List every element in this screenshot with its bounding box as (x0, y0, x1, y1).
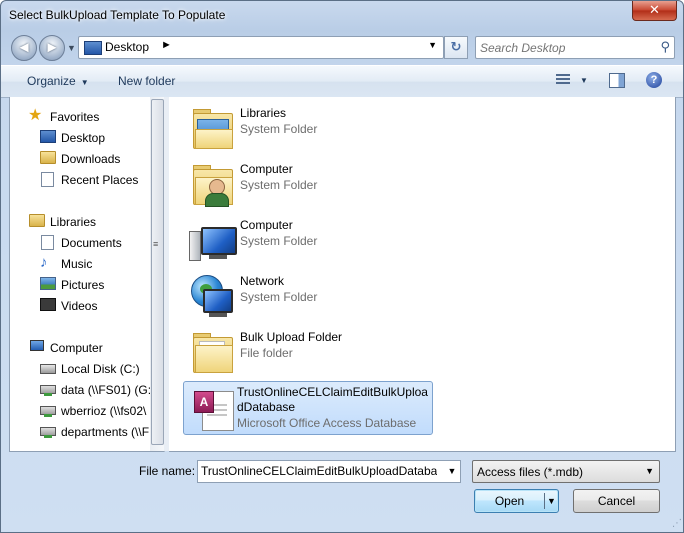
sidebar-item-label: Recent Places (61, 173, 139, 187)
search-icon[interactable]: ⚲ (660, 39, 670, 55)
item-name: Bulk Upload Folder (240, 330, 343, 344)
search-box[interactable]: ⚲ (475, 36, 675, 59)
item-type: System Folder (240, 122, 318, 136)
item-type: File folder (240, 346, 293, 360)
breadcrumb-desktop[interactable]: Desktop (105, 40, 149, 54)
list-item[interactable]: Bulk Upload Folder File folder (187, 325, 437, 377)
item-name: TrustOnlineCELClaimEditBulkUploa dDatabas… (237, 385, 428, 414)
libraries-icon (189, 105, 233, 149)
sidebar-item-label: Local Disk (C:) (61, 362, 140, 376)
computer-icon (30, 340, 44, 351)
resize-grip-icon[interactable]: ⋰ (672, 518, 682, 529)
navigation-pane-scrollbar[interactable]: ≡ (150, 97, 165, 452)
item-name: Computer (240, 218, 293, 232)
close-button[interactable]: ✕ (632, 1, 677, 21)
dialog-title: Select BulkUpload Template To Populate (9, 8, 226, 22)
file-type-filter[interactable]: Access files (*.mdb) ▼ (472, 460, 660, 483)
chevron-down-icon: ▼ (645, 466, 654, 476)
change-view-icon[interactable] (556, 74, 570, 87)
views-dropdown-icon[interactable]: ▼ (580, 76, 588, 85)
preview-pane-icon[interactable] (609, 73, 625, 88)
help-icon[interactable]: ? (646, 72, 662, 88)
scrollbar-grip-icon: ≡ (153, 239, 158, 249)
list-item[interactable]: Network System Folder (187, 269, 437, 321)
sidebar-item-label: Computer (50, 341, 103, 355)
list-item[interactable]: Computer System Folder (187, 157, 437, 209)
sidebar-item-label: Documents (61, 236, 122, 250)
open-file-dialog: Select BulkUpload Template To Populate ✕… (0, 0, 684, 533)
sidebar-item-label: Music (61, 257, 93, 271)
documents-icon (41, 235, 54, 250)
open-options-dropdown-icon[interactable]: ▼ (547, 490, 556, 512)
sidebar-item-label: Pictures (61, 278, 105, 292)
organize-button[interactable]: Organize ▼ (27, 74, 89, 88)
folder-icon (189, 329, 233, 373)
user-folder-icon (189, 161, 233, 207)
command-toolbar: Organize ▼ New folder ▼ ? (1, 65, 683, 98)
pictures-icon (40, 277, 56, 290)
item-name: Network (240, 274, 285, 288)
refresh-button[interactable]: ↻ (444, 36, 468, 59)
file-name-combobox[interactable]: ▼ (197, 460, 461, 483)
access-database-icon: A (190, 385, 234, 431)
network-drive-icon (40, 406, 56, 417)
new-folder-button[interactable]: New folder (118, 74, 175, 88)
chevron-down-icon[interactable]: ▼ (444, 461, 460, 482)
desktop-icon (40, 130, 56, 143)
item-type: System Folder (240, 290, 318, 304)
item-type: System Folder (240, 178, 318, 192)
chevron-down-icon: ▼ (80, 78, 89, 87)
music-icon: ♪ (40, 254, 48, 271)
breadcrumb-chevron-icon[interactable]: ► (161, 39, 172, 51)
open-label: Open (494, 494, 525, 508)
sidebar-item-label: Downloads (61, 152, 121, 166)
network-icon (189, 273, 233, 317)
sidebar-item-label: Videos (61, 299, 98, 313)
item-name: Libraries (240, 106, 287, 120)
sidebar-item-label: wberrioz (\\fs02\ (61, 404, 147, 418)
address-bar[interactable]: Desktop ► ▼ (78, 36, 444, 59)
back-button[interactable]: ◄ (11, 35, 37, 61)
list-item[interactable]: Libraries System Folder (187, 101, 437, 153)
list-item[interactable]: Computer System Folder (187, 213, 437, 265)
item-type: Microsoft Office Access Database (237, 416, 417, 430)
item-name: Computer (240, 162, 293, 176)
star-icon: ★ (28, 107, 43, 124)
file-list[interactable]: Libraries System Folder Computer System … (169, 97, 676, 452)
videos-icon (40, 298, 56, 311)
file-name-input[interactable] (201, 463, 437, 479)
sidebar-item-label: data (\\FS01) (G:) (61, 383, 151, 397)
computer-icon (189, 217, 237, 261)
cancel-button[interactable]: Cancel (573, 489, 660, 513)
search-input[interactable] (478, 39, 652, 56)
sidebar-item-label: Desktop (61, 131, 106, 145)
open-button[interactable]: Open ▼ (474, 489, 559, 513)
recent-places-icon (41, 172, 54, 187)
sidebar-item-label: Libraries (50, 215, 97, 229)
address-dropdown-icon[interactable]: ▼ (428, 40, 437, 50)
list-item-selected[interactable]: A TrustOnlineCELClaimEditBulkUploa dDatab… (183, 381, 433, 435)
network-drive-icon (40, 427, 56, 438)
file-name-label: File name: (139, 464, 196, 478)
hard-disk-icon (40, 364, 56, 374)
recent-locations-dropdown[interactable]: ▼ (67, 43, 76, 53)
file-type-filter-value: Access files (*.mdb) (477, 465, 584, 479)
title-bar[interactable]: Select BulkUpload Template To Populate ✕ (1, 1, 683, 31)
libraries-icon (29, 214, 45, 227)
item-type: System Folder (240, 234, 318, 248)
organize-label: Organize (27, 74, 76, 88)
downloads-folder-icon (40, 151, 56, 164)
forward-button[interactable]: ► (39, 35, 65, 61)
sidebar-item-label: departments (\\F (61, 425, 150, 439)
navigation-pane[interactable]: ★ Favorites Desktop Downloads Recent Pla… (9, 97, 151, 452)
sidebar-item-label: Favorites (50, 110, 100, 124)
split-divider (544, 493, 545, 509)
desktop-icon (84, 41, 102, 55)
network-drive-icon (40, 385, 56, 396)
